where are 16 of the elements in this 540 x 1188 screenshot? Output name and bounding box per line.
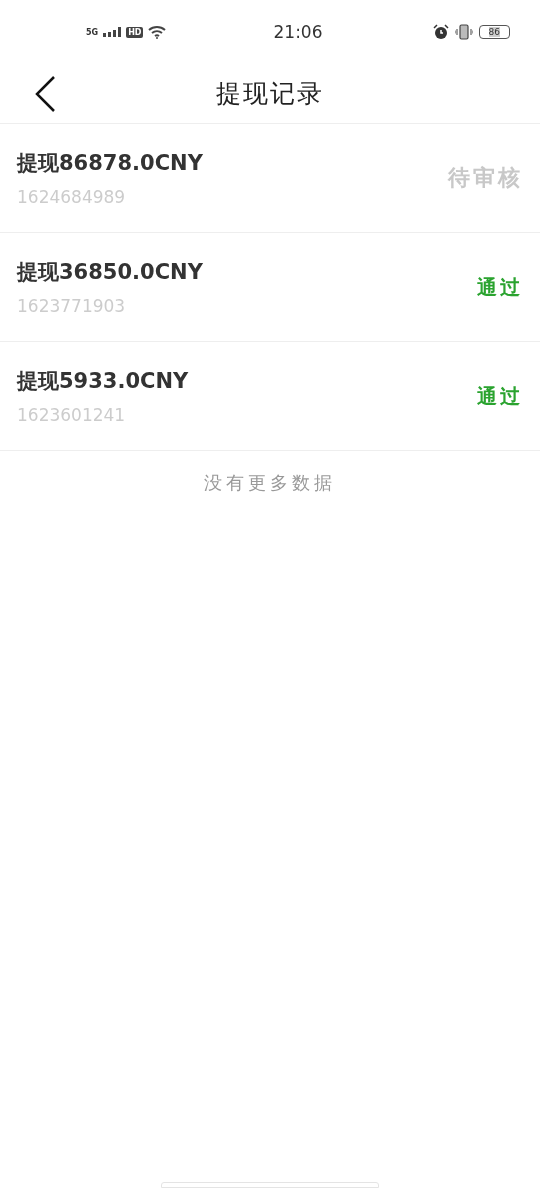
battery-level: 86 (478, 25, 510, 39)
no-more-data-text: 没有更多数据 (204, 472, 336, 493)
record-title: 提现36850.0CNY (17, 259, 203, 286)
back-icon[interactable] (34, 75, 58, 113)
record-title: 提现86878.0CNY (17, 150, 203, 177)
vibrate-icon (454, 24, 473, 40)
page-title: 提现记录 (216, 78, 324, 110)
hd-badge: HD (126, 26, 144, 38)
record-status: 通过 (477, 273, 523, 301)
record-title: 提现5933.0CNY (17, 368, 189, 395)
record-status: 通过 (477, 382, 523, 410)
alarm-clock-icon (432, 24, 449, 40)
network-label: 5G (86, 27, 99, 37)
status-time: 21:06 (273, 22, 323, 42)
signal-icon (103, 27, 122, 37)
wifi-icon (148, 25, 167, 39)
